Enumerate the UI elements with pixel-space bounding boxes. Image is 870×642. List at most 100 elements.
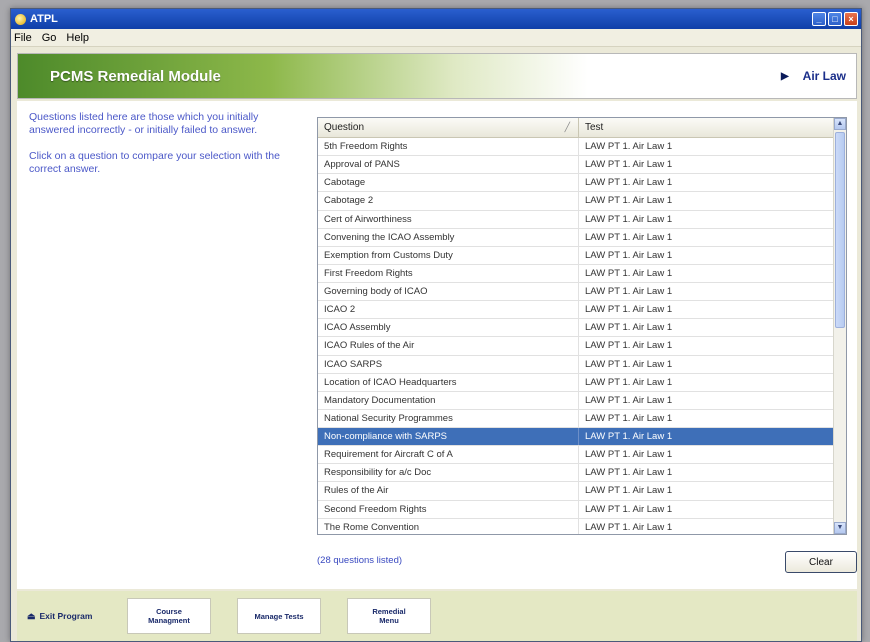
- table-row[interactable]: Approval of PANS LAW PT 1. Air Law 1: [318, 156, 835, 175]
- subject-indicator: ▶ Air Law: [781, 69, 846, 83]
- test-cell: LAW PT 1. Air Law 1: [585, 485, 673, 497]
- minimize-icon[interactable]: _: [812, 12, 826, 26]
- column-header-test-label: Test: [585, 122, 604, 133]
- table-row[interactable]: 5th Freedom Rights LAW PT 1. Air Law 1: [318, 138, 835, 157]
- table-row[interactable]: Cabotage 2 LAW PT 1. Air Law 1: [318, 192, 835, 211]
- question-cell: Requirement for Aircraft C of A: [318, 446, 579, 464]
- course-management-button[interactable]: Course Managment: [127, 598, 211, 634]
- grid-header: Question ╱ Test: [318, 118, 846, 138]
- table-row[interactable]: Cert of Airworthiness LAW PT 1. Air Law 1: [318, 210, 835, 229]
- window-controls: _ □ ×: [812, 12, 858, 26]
- test-cell: LAW PT 1. Air Law 1: [585, 412, 673, 424]
- menu-file[interactable]: File: [14, 32, 32, 44]
- question-cell: 5th Freedom Rights: [318, 138, 579, 156]
- scroll-up-icon[interactable]: ▲: [834, 118, 846, 130]
- question-cell: ICAO 2: [318, 301, 579, 319]
- question-cell: Responsibility for a/c Doc: [318, 464, 579, 482]
- table-row[interactable]: The Rome Convention LAW PT 1. Air Law 1: [318, 518, 835, 534]
- test-cell: LAW PT 1. Air Law 1: [585, 449, 673, 461]
- question-cell: Cert of Airworthiness: [318, 210, 579, 228]
- column-header-question-label: Question: [324, 122, 365, 133]
- test-cell: LAW PT 1. Air Law 1: [585, 159, 673, 171]
- table-row[interactable]: Location of ICAO Headquarters LAW PT 1. A…: [318, 373, 835, 392]
- close-icon[interactable]: ×: [844, 12, 858, 26]
- test-cell: LAW PT 1. Air Law 1: [585, 231, 673, 243]
- menu-bar: File Go Help: [11, 29, 861, 47]
- question-cell: Convening the ICAO Assembly: [318, 228, 579, 246]
- question-cell: National Security Programmes: [318, 409, 579, 427]
- question-cell: Rules of the Air: [318, 482, 579, 500]
- clear-button[interactable]: Clear: [785, 551, 857, 573]
- table-row[interactable]: First Freedom Rights LAW PT 1. Air Law 1: [318, 264, 835, 283]
- test-cell: LAW PT 1. Air Law 1: [585, 376, 673, 388]
- subject-label: Air Law: [802, 69, 846, 83]
- question-cell: Second Freedom Rights: [318, 500, 579, 518]
- app-window: ATPL _ □ × File Go Help PCMS Remedial Mo…: [10, 8, 862, 642]
- questions-count: (28 questions listed): [317, 555, 403, 566]
- table-row[interactable]: Responsibility for a/c Doc LAW PT 1. Air …: [318, 464, 835, 483]
- question-cell: Cabotage 2: [318, 192, 579, 210]
- table-row[interactable]: ICAO 2 LAW PT 1. Air Law 1: [318, 301, 835, 320]
- question-cell: Location of ICAO Headquarters: [318, 373, 579, 391]
- manage-tests-button[interactable]: Manage Tests: [237, 598, 321, 634]
- menu-help[interactable]: Help: [66, 32, 89, 44]
- remedial-menu-button[interactable]: Remedial Menu: [347, 598, 431, 634]
- test-cell: LAW PT 1. Air Law 1: [585, 304, 673, 316]
- scroll-thumb[interactable]: [835, 132, 845, 328]
- instruction-text-1: Questions listed here are those which yo…: [29, 111, 259, 136]
- sort-icon: ╱: [564, 122, 570, 132]
- eject-icon: ⏏: [27, 610, 36, 621]
- scroll-down-icon[interactable]: ▼: [834, 522, 846, 534]
- test-cell: LAW PT 1. Air Law 1: [585, 431, 673, 443]
- question-cell: First Freedom Rights: [318, 264, 579, 282]
- grid-body: 5th Freedom Rights LAW PT 1. Air Law 1 App…: [318, 138, 835, 534]
- table-row[interactable]: Convening the ICAO Assembly LAW PT 1. Air…: [318, 228, 835, 247]
- table-row[interactable]: Requirement for Aircraft C of A LAW PT 1.…: [318, 446, 835, 465]
- test-cell: LAW PT 1. Air Law 1: [585, 286, 673, 298]
- test-cell: LAW PT 1. Air Law 1: [585, 322, 673, 334]
- instructions: Questions listed here are those which yo…: [29, 111, 299, 189]
- maximize-icon[interactable]: □: [828, 12, 842, 26]
- test-cell: LAW PT 1. Air Law 1: [585, 340, 673, 352]
- questions-grid[interactable]: Question ╱ Test 5th Freedom Rights LAW PT…: [317, 117, 847, 535]
- exit-program-button[interactable]: ⏏ Exit Program: [27, 611, 127, 622]
- window-title: ATPL: [30, 13, 58, 25]
- question-cell: ICAO SARPS: [318, 355, 579, 373]
- test-cell: LAW PT 1. Air Law 1: [585, 358, 673, 370]
- table-row[interactable]: Second Freedom Rights LAW PT 1. Air Law 1: [318, 500, 835, 519]
- question-cell: Mandatory Documentation: [318, 391, 579, 409]
- instruction-text-2: Click on a question to compare your sele…: [29, 150, 280, 175]
- question-cell: The Rome Convention: [318, 518, 579, 534]
- table-row[interactable]: Cabotage LAW PT 1. Air Law 1: [318, 174, 835, 193]
- table-row[interactable]: Mandatory Documentation LAW PT 1. Air Law…: [318, 391, 835, 410]
- column-header-test[interactable]: Test: [579, 118, 846, 137]
- test-cell: LAW PT 1. Air Law 1: [585, 141, 673, 153]
- question-cell: Governing body of ICAO: [318, 283, 579, 301]
- question-cell: Non-compliance with SARPS: [318, 428, 579, 446]
- table-row[interactable]: ICAO Rules of the Air LAW PT 1. Air Law 1: [318, 337, 835, 356]
- main-content: Questions listed here are those which yo…: [17, 101, 857, 589]
- table-row[interactable]: Exemption from Customs Duty LAW PT 1. Air…: [318, 246, 835, 265]
- table-row[interactable]: Governing body of ICAO LAW PT 1. Air Law …: [318, 283, 835, 302]
- title-bar[interactable]: ATPL _ □ ×: [11, 9, 861, 29]
- module-title: PCMS Remedial Module: [50, 67, 221, 85]
- menu-go[interactable]: Go: [42, 32, 57, 44]
- table-row[interactable]: Non-compliance with SARPS LAW PT 1. Air L…: [318, 428, 835, 447]
- play-arrow-icon: ▶: [780, 70, 789, 82]
- vertical-scrollbar[interactable]: ▲ ▼: [833, 118, 846, 534]
- test-cell: LAW PT 1. Air Law 1: [585, 195, 673, 207]
- test-cell: LAW PT 1. Air Law 1: [585, 177, 673, 189]
- test-cell: LAW PT 1. Air Law 1: [585, 521, 673, 533]
- test-cell: LAW PT 1. Air Law 1: [585, 213, 673, 225]
- table-row[interactable]: Rules of the Air LAW PT 1. Air Law 1: [318, 482, 835, 501]
- column-header-question[interactable]: Question ╱: [318, 118, 579, 137]
- question-cell: Cabotage: [318, 174, 579, 192]
- question-cell: ICAO Assembly: [318, 319, 579, 337]
- table-row[interactable]: National Security Programmes LAW PT 1. Ai…: [318, 409, 835, 428]
- test-cell: LAW PT 1. Air Law 1: [585, 467, 673, 479]
- table-row[interactable]: ICAO SARPS LAW PT 1. Air Law 1: [318, 355, 835, 374]
- exit-program-label: Exit Program: [39, 611, 93, 621]
- question-cell: ICAO Rules of the Air: [318, 337, 579, 355]
- test-cell: LAW PT 1. Air Law 1: [585, 267, 673, 279]
- table-row[interactable]: ICAO Assembly LAW PT 1. Air Law 1: [318, 319, 835, 338]
